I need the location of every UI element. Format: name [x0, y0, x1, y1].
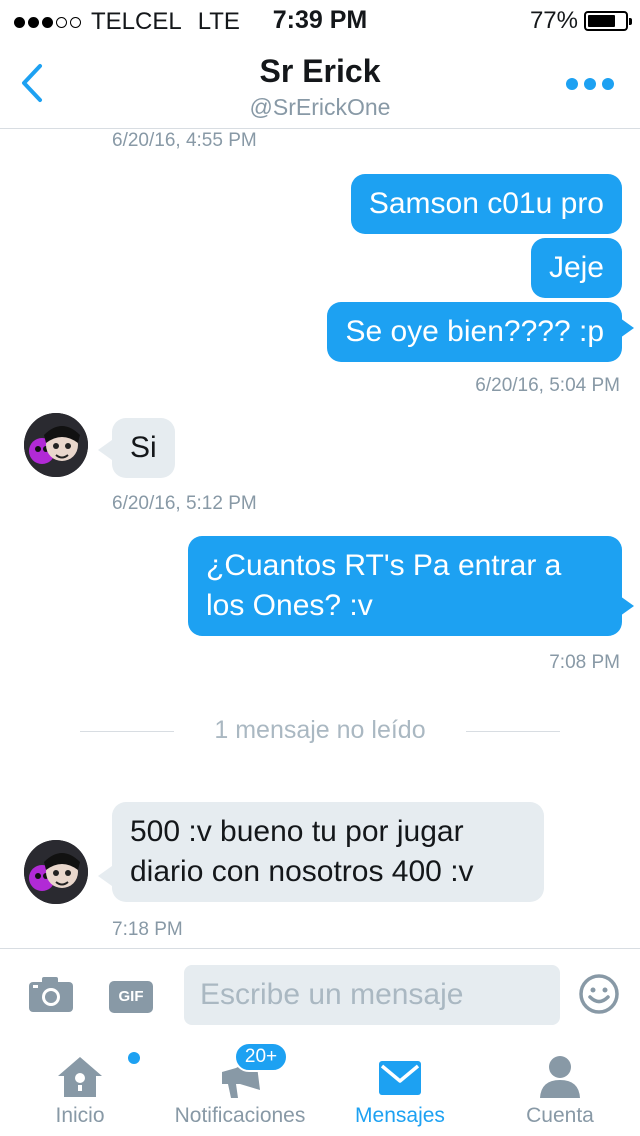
- tab-label: Notificaciones: [174, 1104, 306, 1127]
- battery-percent: 77%: [529, 7, 578, 34]
- message-line: ¿Cuantos RT's Pa entrar a: [206, 549, 562, 582]
- battery-status: 77%: [529, 7, 632, 35]
- message-timestamp: 7:18 PM: [112, 919, 183, 940]
- avatar[interactable]: [24, 413, 88, 477]
- conversation-header: Sr Erick @SrErickOne: [0, 40, 640, 129]
- tab-label: Cuenta: [526, 1104, 594, 1127]
- divider-line: [466, 731, 560, 732]
- outgoing-message[interactable]: ¿Cuantos RT's Pa entrar a los Ones? :v: [188, 536, 622, 636]
- tab-account[interactable]: Cuenta: [510, 1042, 610, 1136]
- gif-button[interactable]: GIF: [109, 981, 153, 1013]
- more-options-button[interactable]: [566, 78, 614, 90]
- tab-messages[interactable]: Mensajes: [340, 1042, 460, 1136]
- message-timestamp: 6/20/16, 5:12 PM: [112, 493, 257, 514]
- tab-label: Mensajes: [355, 1104, 445, 1127]
- bubble-tail: [620, 318, 634, 338]
- incoming-message[interactable]: 500 :v bueno tu por jugar diario con nos…: [112, 802, 544, 902]
- status-bar: TELCEL LTE 7:39 PM 77%: [0, 0, 640, 40]
- tab-label: Inicio: [55, 1104, 105, 1127]
- message-line: 500 :v bueno tu por jugar: [130, 815, 464, 848]
- avatar-image: [24, 840, 88, 904]
- outgoing-message[interactable]: Samson c01u pro: [350, 174, 622, 234]
- more-dot-icon: [584, 78, 596, 90]
- conversation-handle[interactable]: @SrErickOne: [0, 94, 640, 121]
- home-icon: [58, 1057, 102, 1097]
- more-dot-icon: [566, 78, 578, 90]
- message-timestamp: 6/20/16, 4:55 PM: [112, 130, 257, 151]
- notifications-badge: 20+: [234, 1042, 288, 1072]
- message-composer: GIF Escribe un mensaje: [0, 948, 640, 1043]
- message-timestamp: 7:08 PM: [549, 652, 620, 673]
- outgoing-message[interactable]: Se oye bien???? :p: [327, 302, 622, 362]
- incoming-message[interactable]: Si: [112, 418, 175, 478]
- envelope-icon: [379, 1061, 421, 1095]
- more-dot-icon: [602, 78, 614, 90]
- emoji-button[interactable]: [578, 973, 620, 1020]
- battery-icon: [584, 11, 632, 31]
- message-input[interactable]: Escribe un mensaje: [184, 965, 560, 1025]
- bubble-tail: [98, 866, 112, 886]
- outgoing-message[interactable]: Jeje: [530, 238, 622, 298]
- smiley-icon: [579, 974, 619, 1014]
- avatar[interactable]: [24, 840, 88, 904]
- tab-bar: Inicio Notificaciones 20+ Mensajes Cuent…: [0, 1042, 640, 1136]
- message-line: los Ones? :v: [206, 589, 373, 622]
- bubble-tail: [98, 440, 112, 460]
- person-icon: [540, 1056, 580, 1098]
- message-timestamp: 6/20/16, 5:04 PM: [475, 375, 620, 396]
- message-line: diario con nosotros 400 :v: [130, 855, 474, 888]
- conversation-title[interactable]: Sr Erick: [0, 53, 640, 90]
- camera-icon: [29, 977, 73, 1012]
- bubble-tail: [620, 596, 634, 616]
- unread-divider: 1 mensaje no leído: [80, 716, 560, 746]
- avatar-image: [24, 413, 88, 477]
- new-content-dot: [128, 1052, 140, 1064]
- camera-button[interactable]: [28, 975, 74, 1018]
- tab-home[interactable]: Inicio: [26, 1042, 140, 1136]
